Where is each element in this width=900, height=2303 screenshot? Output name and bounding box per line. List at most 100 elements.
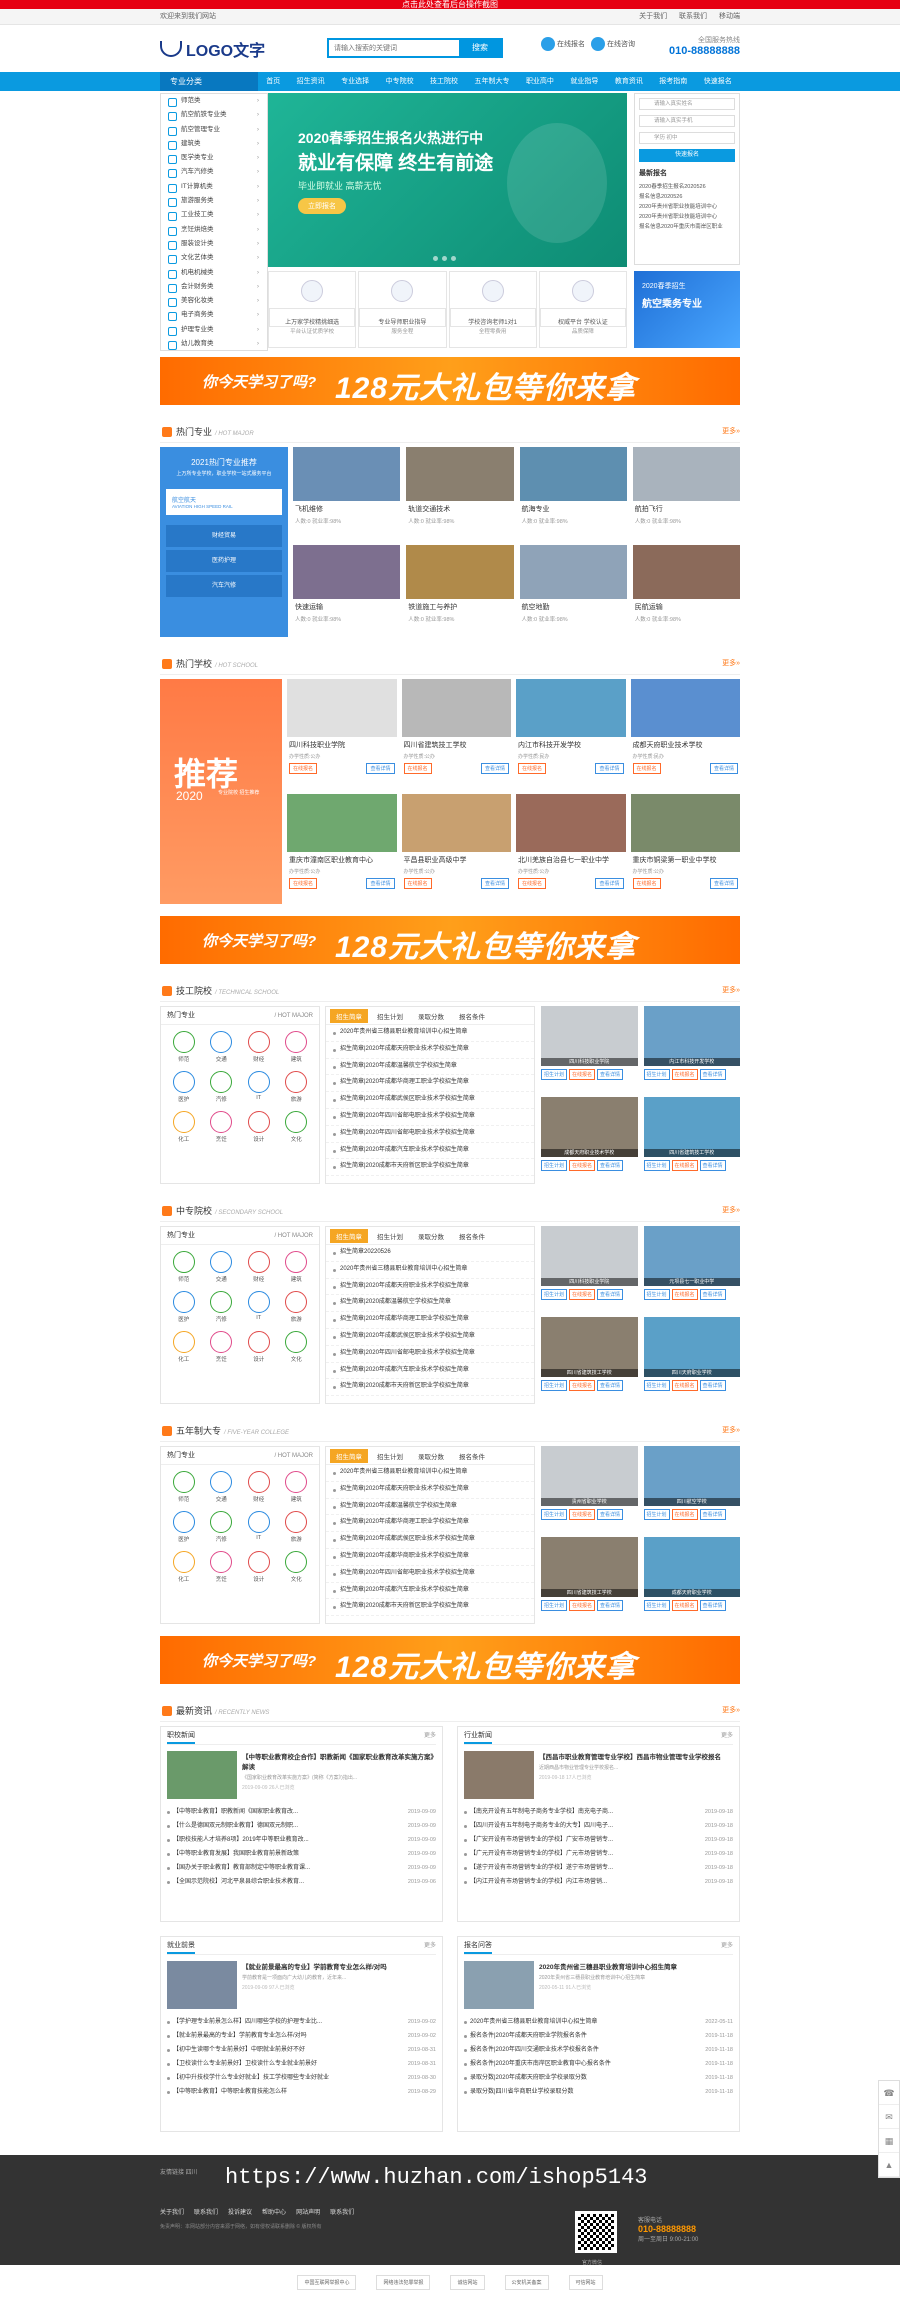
signup-button[interactable]: 在线报名	[671, 1160, 698, 1171]
major-icon-item[interactable]: 化工	[165, 1551, 203, 1583]
news-item[interactable]: 【广元开设有市场营销专业的学校】广元市场营销专... 2019-09-18	[464, 1847, 733, 1861]
major-icon-item[interactable]: 旅游	[278, 1291, 316, 1323]
details-button[interactable]: 查看详情	[699, 1069, 726, 1080]
category-menu-item[interactable]: 工业技工类	[161, 208, 267, 223]
school-thumb[interactable]: 内江市科技开发学校 招生计划 在线报名 查看详情	[643, 1006, 740, 1092]
news-item[interactable]: 【南充开设有五年制电子商务专业学校】南充电子商... 2019-09-18	[464, 1805, 733, 1819]
major-icon-item[interactable]: 师范	[165, 1031, 203, 1063]
logo[interactable]: LOGO文字	[160, 37, 265, 61]
nav-item[interactable]: 技工院校	[426, 72, 462, 91]
school-thumb[interactable]: 四川省建筑技工学校 招生计划 在线报名 查看详情	[541, 1537, 638, 1623]
list-item[interactable]: 招生简章|2020年成都武侯区职业技术学校招生简章	[326, 1092, 534, 1109]
major-icon-item[interactable]: 烹饪	[203, 1551, 241, 1583]
school-card[interactable]: 北川羌族自治县七一职业中学 办学性质:公办 在线报名 查看详情	[516, 794, 626, 904]
tab[interactable]: 录取分数	[412, 1229, 450, 1243]
more-link[interactable]: 更多	[424, 1937, 436, 1954]
school-intro-button[interactable]: 招生计划	[541, 1289, 568, 1300]
school-thumb[interactable]: 成都天府职业技术学校 招生计划 在线报名 查看详情	[541, 1097, 638, 1183]
major-card[interactable]: 航空地勤 人数:0 就业率:98%	[519, 545, 627, 637]
tab[interactable]: 招生计划	[371, 1009, 409, 1023]
news-item[interactable]: 【职校技能人才培养8项】2019年中等职业教育改... 2019-09-09	[167, 1833, 436, 1847]
featured-news[interactable]: 【就业前景最高的专业】学前教育专业怎么样/对吗 学前教育是一项面向广大幼儿的教育，…	[167, 1955, 436, 2015]
list-item[interactable]: 招生简章|2020年成都华商理工职业学校招生简章	[326, 1312, 534, 1329]
list-item[interactable]: 招生简章|2020年成都汽车职业技术学校招生简章	[326, 1583, 534, 1600]
category-menu-item[interactable]: 航空管理专业	[161, 123, 267, 137]
list-item[interactable]: 招生简章|2020年成都武侯区职业技术学校招生简章	[326, 1532, 534, 1549]
school-intro-button[interactable]: 招生计划	[541, 1380, 568, 1391]
list-item[interactable]: 招生简章|2020年成都温馨航空学校招生简章	[326, 1499, 534, 1516]
more-link[interactable]: 更多»	[722, 1700, 740, 1722]
school-card[interactable]: 四川科技职业学院 办学性质:公办 在线报名 查看详情	[287, 679, 397, 789]
news-item[interactable]: 【国办关于职业教育】教育部制定中等职业教育课... 2019-09-09	[167, 1861, 436, 1875]
news-item[interactable]: 【遂宁开设有市场营销专业的学校】遂宁市场营销专... 2019-09-18	[464, 1861, 733, 1875]
online-signup-link[interactable]: 在线报名	[541, 37, 585, 51]
major-category-aviation[interactable]: 航空航天 AVIATION HIGH SPEED RAIL	[166, 489, 282, 515]
category-menu-item[interactable]: 会计财务类	[161, 280, 267, 294]
school-intro-button[interactable]: 招生计划	[541, 1600, 568, 1611]
trust-badge[interactable]: 网络违法犯罪举报	[376, 2275, 431, 2290]
news-item[interactable]: 报名条件|2020年成都天府职业学院报名条件 2019-11-18	[464, 2029, 733, 2043]
category-menu-item[interactable]: 烹饪烘焙类	[161, 223, 267, 237]
tab[interactable]: 招生简章	[330, 1448, 368, 1463]
signup-button[interactable]: 在线报名	[518, 763, 547, 774]
list-item[interactable]: 招生简章|2020成都市天府新区职业学校招生简章	[326, 1599, 534, 1617]
more-link[interactable]: 更多	[721, 1937, 733, 1954]
major-icon-item[interactable]: 师范	[165, 1251, 203, 1283]
signup-button[interactable]: 在线报名	[569, 1289, 596, 1300]
list-item[interactable]: 招生简章|2020成都温馨航空学校招生简章	[326, 1295, 534, 1313]
details-button[interactable]: 查看详情	[597, 1160, 624, 1171]
news-item[interactable]: 【什么是德国双元制职业教育】德国双元制职... 2019-09-09	[167, 1819, 436, 1833]
signup-news-item[interactable]: 2020年贵州省职业技能培训中心	[639, 202, 735, 212]
school-thumb[interactable]: 四川航空学校 招生计划 在线报名 查看详情	[643, 1446, 740, 1532]
hero-banner[interactable]: 2020春季招生报名火热进行中 就业有保障 终生有前途 毕业即就业 高薪无忧 立…	[268, 93, 627, 267]
name-field[interactable]: 请输入真实姓名	[639, 98, 735, 110]
school-thumb[interactable]: 成都天府职业学校 招生计划 在线报名 查看详情	[643, 1537, 740, 1623]
tab[interactable]: 报名条件	[453, 1009, 491, 1023]
category-menu-item[interactable]: 护理专业类	[161, 323, 267, 337]
major-icon-item[interactable]: IT	[240, 1291, 278, 1323]
details-button[interactable]: 查看详情	[699, 1509, 726, 1520]
list-item[interactable]: 招生简章|2020年成都天府职业技术学校招生简章	[326, 1279, 534, 1296]
major-icon-item[interactable]: 设计	[240, 1111, 278, 1143]
list-item[interactable]: 招生简章|2020年四川省邮电职业技术学校招生简章	[326, 1346, 534, 1363]
list-item[interactable]: 招生简章|2020年成都武侯区职业技术学校招生简章	[326, 1329, 534, 1346]
major-icon-item[interactable]: 汽修	[203, 1071, 241, 1103]
nav-item[interactable]: 中专院校	[382, 72, 418, 91]
details-button[interactable]: 查看详情	[597, 1600, 624, 1611]
major-card[interactable]: 航拍飞行 人数:0 就业率:98%	[632, 447, 740, 539]
signup-button[interactable]: 在线报名	[403, 763, 432, 774]
signup-button[interactable]: 在线报名	[632, 763, 661, 774]
category-menu-item[interactable]: 电子商务类	[161, 308, 267, 323]
news-item[interactable]: 【就业前景最高的专业】学前教育专业怎么样/对吗 2019-09-02	[167, 2029, 436, 2043]
major-icon-item[interactable]: 医护	[165, 1511, 203, 1543]
category-menu-item[interactable]: 医学类专业	[161, 151, 267, 166]
tab[interactable]: 招生简章	[330, 1008, 368, 1023]
category-menu-item[interactable]: 服装设计类	[161, 237, 267, 252]
news-item[interactable]: 【初中升技校学什么专业好就业】技工学校哪些专业好就业 2019-08-30	[167, 2071, 436, 2085]
school-intro-button[interactable]: 招生计划	[643, 1600, 670, 1611]
school-thumb[interactable]: 四川科技职业学院 招生计划 在线报名 查看详情	[541, 1006, 638, 1092]
major-icon-item[interactable]: 财经	[240, 1031, 278, 1063]
news-item[interactable]: 录取分数|2020年成都天府职业学校录取分数 2019-11-18	[464, 2071, 733, 2085]
trust-badge[interactable]: 诚信网站	[450, 2275, 485, 2290]
school-card[interactable]: 成都天府职业技术学校 办学性质:民办 在线报名 查看详情	[630, 679, 740, 789]
nav-item[interactable]: 专业选择	[337, 72, 373, 91]
top-announcement[interactable]: 点击此处查看后台操作截图	[0, 0, 900, 9]
mobile-link[interactable]: 移动端	[719, 13, 740, 20]
carousel-dot[interactable]	[442, 256, 447, 261]
news-item[interactable]: 2020年贵州省三穗县职业教育培训中心招生简章 2022-05-11	[464, 2015, 733, 2029]
nav-item[interactable]: 首页	[262, 72, 284, 91]
major-icon-item[interactable]: 旅游	[278, 1071, 316, 1103]
list-item[interactable]: 招生简章|2020成都市天府新区职业学校招生简章	[326, 1159, 534, 1177]
signup-news-item[interactable]: 2020年贵州省职业技能培训中心	[639, 212, 735, 222]
signup-button[interactable]: 在线报名	[569, 1509, 596, 1520]
signup-button[interactable]: 在线报名	[671, 1289, 698, 1300]
list-item[interactable]: 招生简章20220526	[326, 1245, 534, 1262]
school-card[interactable]: 重庆市铜梁第一职业中学校 办学性质:公办 在线报名 查看详情	[630, 794, 740, 904]
category-menu-item[interactable]: 文化艺体类	[161, 251, 267, 266]
school-intro-button[interactable]: 招生计划	[643, 1069, 670, 1080]
category-toggle[interactable]: 专业分类	[160, 72, 258, 91]
category-menu-item[interactable]: 师范类	[161, 94, 267, 109]
details-button[interactable]: 查看详情	[366, 763, 395, 774]
nav-item[interactable]: 报考指南	[655, 72, 691, 91]
